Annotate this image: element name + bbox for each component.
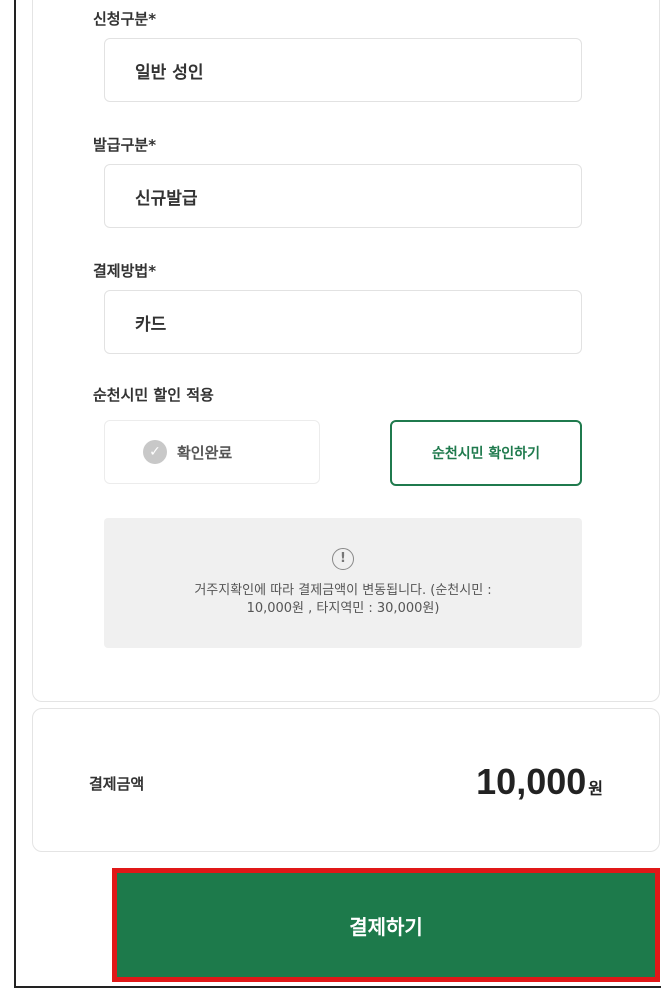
verify-resident-button[interactable]: 순천시민 확인하기 bbox=[390, 420, 582, 486]
application-type-label: 신청구분* bbox=[93, 10, 157, 28]
verification-status: ✓ 확인완료 bbox=[104, 420, 320, 484]
info-icon: ! bbox=[332, 548, 354, 570]
verification-status-text: 확인완료 bbox=[177, 443, 233, 462]
discount-label: 순천시민 할인 적용 bbox=[93, 386, 214, 404]
payment-amount-number: 10,000 bbox=[476, 761, 587, 802]
notice-line-2: 10,000원 , 타지역민 : 30,000원) bbox=[246, 601, 440, 616]
issue-type-label: 발급구분* bbox=[93, 136, 157, 154]
check-icon: ✓ bbox=[143, 440, 167, 464]
payment-amount-label: 결제금액 bbox=[89, 775, 145, 793]
application-type-select[interactable]: 일반 성인 bbox=[104, 38, 582, 102]
payment-amount-unit: 원 bbox=[588, 781, 603, 798]
payment-method-label: 결제방법* bbox=[93, 262, 157, 280]
issue-type-value: 신규발급 bbox=[135, 188, 198, 209]
application-type-value: 일반 성인 bbox=[135, 62, 204, 83]
payment-summary: 결제금액 10,000 원 bbox=[32, 708, 660, 852]
payment-method-select[interactable]: 카드 bbox=[104, 290, 582, 354]
notice-line-1: 거주지확인에 따라 결제금액이 변동됩니다. (순천시민 : bbox=[194, 583, 492, 598]
payment-amount: 10,000 원 bbox=[476, 761, 603, 803]
notice-box: ! 거주지확인에 따라 결제금액이 변동됩니다. (순천시민 : 10,000원… bbox=[104, 518, 582, 648]
payment-method-value: 카드 bbox=[135, 314, 167, 335]
issue-type-select[interactable]: 신규발급 bbox=[104, 164, 582, 228]
pay-button[interactable]: 결제하기 bbox=[112, 868, 660, 982]
